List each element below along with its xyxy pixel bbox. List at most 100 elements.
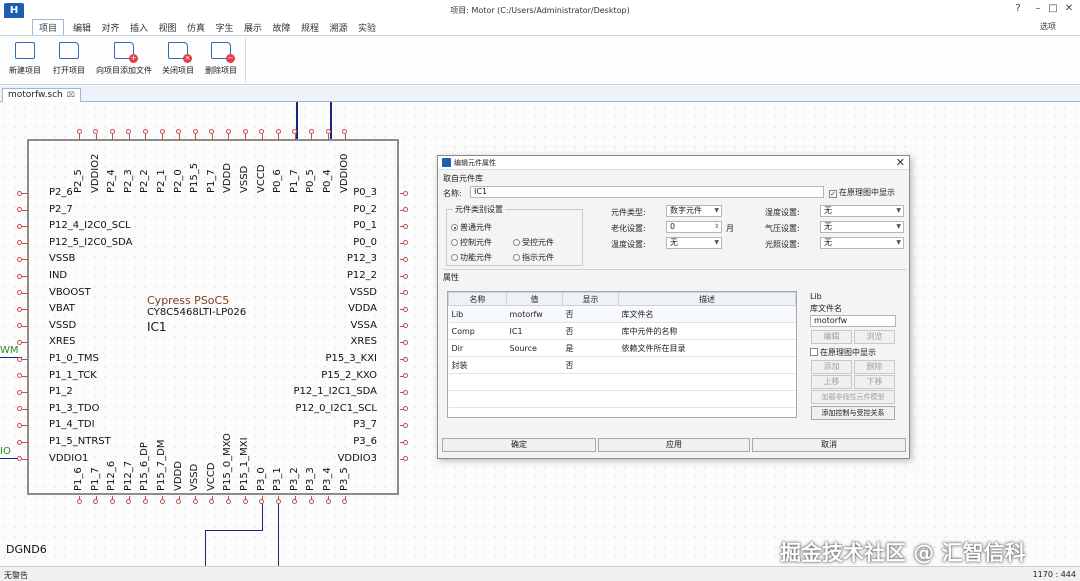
ribbon-button-0[interactable]: 新建项目 (4, 40, 46, 76)
pin-terminal[interactable] (308, 499, 314, 504)
menu-item-11[interactable]: 实验 (352, 20, 382, 35)
pin-terminal[interactable] (142, 129, 148, 134)
table-cell[interactable] (618, 356, 796, 374)
table-row[interactable]: Comp IC1 否库中元件的名称 (448, 322, 796, 340)
tab-motorfw[interactable]: motorfw.sch ⌧ (2, 88, 81, 102)
pin-terminal[interactable] (17, 356, 22, 362)
pin-terminal[interactable] (225, 499, 231, 504)
pin-terminal[interactable] (403, 306, 408, 312)
humidity-select[interactable]: 无 ▼ (820, 205, 904, 217)
pin-terminal[interactable] (403, 422, 408, 428)
ok-button[interactable]: 确定 (442, 438, 596, 452)
column-header[interactable]: 描述 (618, 292, 796, 306)
table-cell[interactable]: Lib (448, 305, 507, 323)
pin-terminal[interactable] (192, 499, 198, 504)
help-icon[interactable]: ? (1010, 3, 1026, 14)
lib-value-input[interactable]: motorfw (810, 315, 896, 327)
table-cell[interactable]: 封装 (448, 356, 507, 374)
temperature-select[interactable]: 无 ▼ (666, 237, 722, 249)
move-down-button[interactable]: 下移 (854, 375, 895, 389)
pin-terminal[interactable] (242, 499, 248, 504)
pin-terminal[interactable] (403, 273, 408, 279)
menu-item-8[interactable]: 故障 (267, 20, 297, 35)
radio-controlled[interactable]: 受控元件 (513, 237, 554, 248)
table-cell[interactable]: Dir (448, 339, 507, 357)
column-header[interactable]: 名称 (448, 292, 507, 306)
pin-terminal[interactable] (308, 129, 314, 134)
menu-item-2[interactable]: 对齐 (96, 20, 126, 35)
table-cell[interactable] (506, 356, 563, 374)
pin-terminal[interactable] (403, 339, 408, 345)
delete-button[interactable]: 删除 (854, 360, 895, 374)
name-input[interactable]: IC1 (470, 186, 824, 198)
pin-terminal[interactable] (17, 422, 22, 428)
menu-item-1[interactable]: 编辑 (67, 20, 97, 35)
table-cell[interactable]: IC1 (506, 322, 563, 340)
column-header[interactable]: 值 (506, 292, 563, 306)
column-header[interactable]: 显示 (562, 292, 619, 306)
menu-item-0[interactable]: 项目 (32, 19, 65, 35)
table-row[interactable]: 封装 否 (448, 356, 796, 374)
side-show-checkbox[interactable]: 在原理图中显示 (810, 347, 876, 358)
ribbon-button-3[interactable]: × 关闭项目 (157, 40, 199, 76)
radio-off-icon[interactable] (513, 254, 520, 261)
menu-item-10[interactable]: 溯源 (324, 20, 354, 35)
menu-item-5[interactable]: 仿真 (181, 20, 211, 35)
radio-off-icon[interactable] (451, 239, 458, 246)
menu-item-7[interactable]: 展示 (238, 20, 268, 35)
type-select[interactable]: 数字元件 ▼ (666, 205, 722, 217)
pin-terminal[interactable] (159, 499, 165, 504)
stepper-icon[interactable]: ⇕ (714, 222, 719, 232)
menu-item-4[interactable]: 视图 (153, 20, 183, 35)
table-row[interactable]: Dir Source 是依赖文件所在目录 (448, 339, 796, 357)
table-cell[interactable]: 库文件名 (618, 305, 796, 323)
checkbox-checked-icon[interactable]: ✓ (829, 190, 837, 198)
move-up-button[interactable]: 上移 (811, 375, 852, 389)
add-control-relation-button[interactable]: 添加控制与受控关系 (811, 406, 895, 420)
table-cell[interactable]: 库中元件的名称 (618, 322, 796, 340)
table-cell[interactable]: Source (506, 339, 563, 357)
pin-terminal[interactable] (403, 439, 408, 445)
maximize-icon[interactable]: □ (1045, 3, 1061, 14)
properties-table[interactable]: 名称 值 显示 描述 Lib motorfw 否库文件名 Comp IC1 否库中元件的名… (447, 291, 797, 418)
menu-item-9[interactable]: 规程 (295, 20, 325, 35)
edit-button[interactable]: 编辑 (811, 330, 852, 344)
close-icon[interactable]: ✕ (1061, 3, 1077, 14)
radio-normal[interactable]: 普通元件 (451, 222, 492, 233)
tab-close-icon[interactable]: ⌧ (67, 91, 75, 99)
radio-off-icon[interactable] (451, 254, 458, 261)
pin-terminal[interactable] (275, 129, 281, 134)
radio-indicator[interactable]: 指示元件 (513, 252, 554, 263)
pin-terminal[interactable] (275, 499, 281, 504)
pin-terminal[interactable] (76, 129, 82, 134)
pin-terminal[interactable] (17, 273, 22, 279)
pin-terminal[interactable] (325, 499, 331, 504)
table-cell[interactable]: Comp (448, 322, 507, 340)
apply-button[interactable]: 应用 (598, 438, 750, 452)
light-select[interactable]: 无 ▼ (820, 237, 904, 249)
table-cell[interactable]: 依赖文件所在目录 (618, 339, 796, 357)
menu-item-3[interactable]: 插入 (124, 20, 154, 35)
pin-terminal[interactable] (403, 389, 408, 395)
table-cell[interactable]: motorfw (506, 305, 563, 323)
dialog-close-icon[interactable]: ✕ (896, 156, 905, 169)
table-cell[interactable]: 否 (562, 305, 619, 323)
load-nonlinear-model-button[interactable]: 加载非线性元件模型 (811, 390, 895, 404)
pin-terminal[interactable] (109, 499, 115, 504)
radio-on-icon[interactable] (451, 224, 458, 231)
pin-terminal[interactable] (403, 256, 408, 262)
pin-terminal[interactable] (403, 223, 408, 229)
pin-terminal[interactable] (403, 356, 408, 362)
checkbox-unchecked-icon[interactable] (810, 348, 818, 356)
minimize-icon[interactable]: – (1030, 3, 1046, 14)
pin-terminal[interactable] (17, 190, 22, 196)
table-cell[interactable]: 是 (562, 339, 619, 357)
pin-terminal[interactable] (159, 129, 165, 134)
pin-terminal[interactable] (17, 439, 22, 445)
pin-terminal[interactable] (192, 129, 198, 134)
pin-terminal[interactable] (109, 129, 115, 134)
ribbon-button-1[interactable]: 打开项目 (48, 40, 90, 76)
pin-terminal[interactable] (403, 190, 408, 196)
pin-terminal[interactable] (17, 256, 22, 262)
cancel-button[interactable]: 取消 (752, 438, 906, 452)
